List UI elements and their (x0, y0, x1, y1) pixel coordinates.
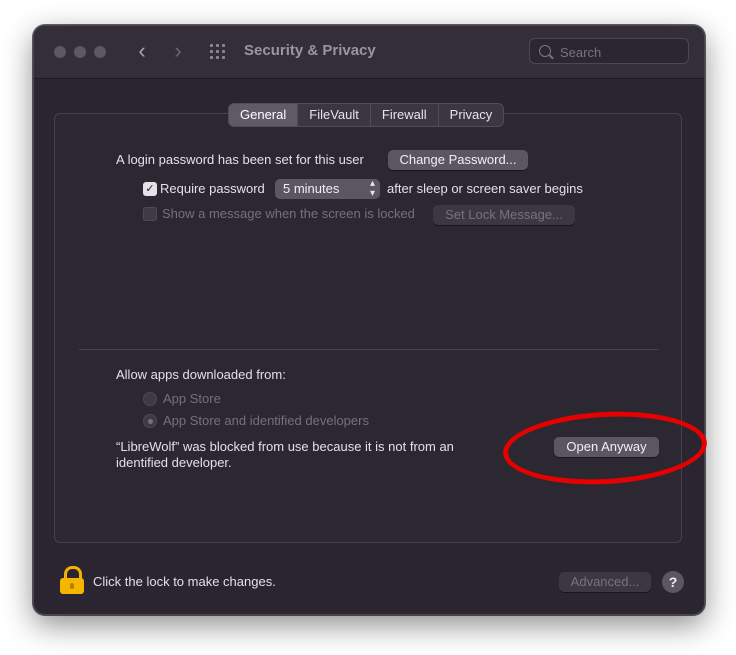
tab-privacy[interactable]: Privacy (439, 104, 504, 126)
login-password-text: A login password has been set for this u… (116, 152, 364, 167)
blocked-app-message-line1: “LibreWolf” was blocked from use because… (116, 439, 454, 454)
section-divider (79, 349, 659, 350)
radio-identified-developers[interactable] (143, 414, 157, 428)
tab-bar: General FileVault Firewall Privacy (228, 103, 505, 127)
help-button[interactable]: ? (662, 571, 684, 593)
require-password-delay-value: 5 minutes (283, 181, 340, 196)
show-message-label: Show a message when the screen is locked (162, 206, 415, 221)
lock-icon[interactable] (60, 566, 84, 594)
require-password-label: Require password (160, 181, 265, 196)
back-chevron-icon[interactable]: ‹ (130, 40, 154, 64)
change-password-button[interactable]: Change Password... (388, 150, 528, 170)
require-password-delay-select[interactable]: 5 minutes ▴ ▾ (275, 179, 380, 199)
lock-hint-text: Click the lock to make changes. (93, 574, 276, 589)
show-all-grid-icon[interactable] (210, 44, 228, 60)
window-title: Security & Privacy (244, 42, 376, 59)
tab-firewall[interactable]: Firewall (371, 104, 439, 126)
up-down-chevron-icon: ▴ ▾ (369, 178, 375, 199)
minimize-window-button[interactable] (74, 46, 86, 58)
search-field[interactable] (529, 38, 689, 64)
zoom-window-button[interactable] (94, 46, 106, 58)
close-window-button[interactable] (54, 46, 66, 58)
tab-filevault[interactable]: FileVault (298, 104, 371, 126)
radio-app-store-label: App Store (163, 391, 221, 406)
set-lock-message-button[interactable]: Set Lock Message... (433, 205, 575, 225)
advanced-button[interactable]: Advanced... (559, 572, 651, 592)
tab-general[interactable]: General (229, 104, 299, 126)
require-password-checkbox[interactable]: ✓ (143, 182, 157, 196)
bottom-bar: Click the lock to make changes. Advanced… (34, 558, 704, 614)
radio-identified-developers-label: App Store and identified developers (163, 413, 369, 428)
title-bar: ‹ › Security & Privacy (34, 26, 704, 79)
forward-chevron-icon[interactable]: › (166, 40, 190, 64)
show-message-checkbox[interactable] (143, 207, 157, 221)
blocked-app-message-line2: identified developer. (116, 455, 232, 470)
preferences-window: ‹ › Security & Privacy General FileVault… (33, 25, 705, 615)
search-icon (539, 45, 551, 57)
allow-apps-label: Allow apps downloaded from: (116, 367, 286, 382)
search-input[interactable] (558, 42, 682, 62)
after-sleep-text: after sleep or screen saver begins (387, 181, 583, 196)
radio-app-store[interactable] (143, 392, 157, 406)
